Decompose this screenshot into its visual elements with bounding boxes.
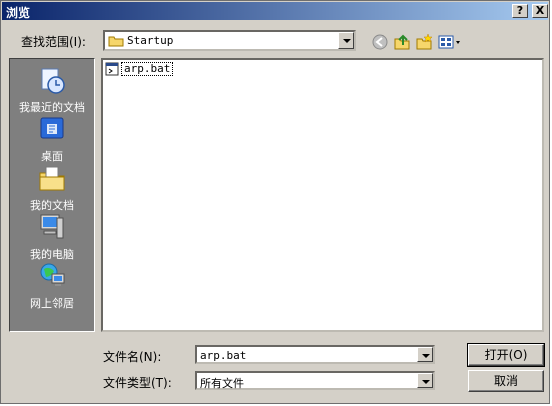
place-label: 我最近的文档 xyxy=(19,101,85,114)
recent-documents-icon xyxy=(41,68,65,94)
place-my-computer[interactable]: 我的电脑 xyxy=(10,212,94,261)
place-label: 我的电脑 xyxy=(30,248,74,261)
my-documents-icon xyxy=(39,166,65,191)
file-list[interactable]: arp.bat xyxy=(101,58,544,332)
views-menu-button[interactable] xyxy=(438,33,464,51)
desktop-icon xyxy=(40,117,64,139)
filename-value: arp.bat xyxy=(200,349,247,362)
filename-dropdown-button[interactable] xyxy=(417,347,433,362)
places-bar: 我最近的文档 桌面 我的文档 我的电脑 网上邻居 xyxy=(9,58,95,332)
browse-dialog: 浏览 ? X 查找范围(I): Startup 我最近的文档 桌面 我的文档 我… xyxy=(0,0,550,404)
filename-input[interactable]: arp.bat xyxy=(195,345,435,364)
up-folder-button[interactable] xyxy=(393,33,411,51)
folder-icon xyxy=(108,36,124,47)
place-recent[interactable]: 我最近的文档 xyxy=(10,65,94,114)
batch-file-icon xyxy=(105,62,119,76)
lookin-value: Startup xyxy=(127,34,174,47)
place-label: 我的文档 xyxy=(30,199,74,212)
back-icon xyxy=(372,34,388,50)
title-bar[interactable]: 浏览 ? X xyxy=(2,2,548,20)
filename-label: 文件名(N): xyxy=(103,350,162,364)
help-button[interactable]: ? xyxy=(512,4,528,18)
filetype-select[interactable]: 所有文件 xyxy=(195,371,435,390)
place-label: 网上邻居 xyxy=(30,297,74,310)
my-computer-icon xyxy=(40,214,64,239)
new-folder-button[interactable] xyxy=(415,33,433,51)
back-button[interactable] xyxy=(371,33,389,51)
open-button[interactable]: 打开(O) xyxy=(467,343,545,367)
new-folder-icon xyxy=(416,33,433,50)
place-network[interactable]: 网上邻居 xyxy=(10,261,94,310)
file-name: arp.bat xyxy=(121,62,174,76)
place-desktop[interactable]: 桌面 xyxy=(10,114,94,163)
lookin-label: 查找范围(I): xyxy=(21,35,86,49)
cancel-button[interactable]: 取消 xyxy=(468,370,544,392)
filetype-label: 文件类型(T): xyxy=(103,376,172,390)
place-my-documents[interactable]: 我的文档 xyxy=(10,163,94,212)
close-button[interactable]: X xyxy=(532,4,548,18)
filetype-dropdown-button[interactable] xyxy=(417,373,433,388)
filetype-value: 所有文件 xyxy=(200,377,244,390)
window-title: 浏览 xyxy=(6,6,31,20)
lookin-dropdown-button[interactable] xyxy=(338,32,354,49)
place-label: 桌面 xyxy=(41,150,63,163)
network-places-icon xyxy=(40,263,65,286)
views-menu-icon xyxy=(438,35,460,49)
up-folder-icon xyxy=(394,34,410,50)
lookin-combo[interactable]: Startup xyxy=(103,30,356,51)
